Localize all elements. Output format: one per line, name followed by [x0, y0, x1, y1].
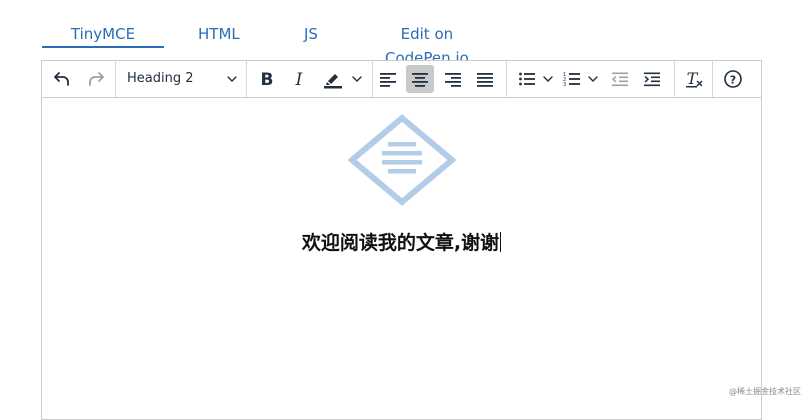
editor-content-area[interactable]: 欢迎阅读我的文章,谢谢: [42, 98, 761, 420]
align-center-button[interactable]: [406, 65, 434, 93]
help-icon: ?: [724, 70, 742, 88]
help-button[interactable]: ?: [719, 65, 747, 93]
numbered-list-dropdown[interactable]: [586, 65, 600, 93]
editor-toolbar: Heading 2 B I 1 2 3 T ?: [42, 61, 761, 98]
block-format-group: Heading 2: [116, 61, 247, 97]
chevron-down-icon: [543, 76, 553, 82]
align-justify-icon: [477, 73, 493, 87]
bullet-list-icon: [519, 72, 535, 86]
clear-formatting-icon: T: [686, 69, 703, 88]
align-right-button[interactable]: [439, 65, 467, 93]
text-cursor: [500, 232, 502, 252]
redo-icon: [89, 72, 104, 86]
undo-button[interactable]: [48, 65, 76, 93]
undo-icon: [54, 72, 69, 86]
bold-button[interactable]: B: [253, 65, 281, 93]
chevron-down-icon: [352, 76, 362, 82]
highlight-icon: [324, 74, 342, 89]
alignment-group: [373, 61, 507, 97]
watermark: @稀土掘金技术社区: [729, 387, 801, 396]
bullet-list-button[interactable]: [513, 65, 541, 93]
clear-formatting-button[interactable]: T: [680, 65, 708, 93]
tab-edit-on-codepen[interactable]: Edit on CodePen.io: [385, 22, 469, 67]
align-right-icon: [445, 73, 461, 87]
indent-icon: [644, 72, 660, 87]
highlight-button[interactable]: [319, 65, 347, 93]
tab-js[interactable]: JS: [304, 22, 318, 46]
chevron-down-icon: [227, 76, 237, 82]
highlight-color-dropdown[interactable]: [350, 65, 364, 93]
bullet-list-dropdown[interactable]: [541, 65, 555, 93]
indent-button[interactable]: [638, 65, 666, 93]
block-format-dropdown[interactable]: Heading 2: [116, 61, 246, 97]
formatting-group: B I: [247, 61, 373, 97]
outdent-icon: [611, 72, 628, 87]
svg-text:I: I: [295, 70, 303, 89]
content-heading: 欢迎阅读我的文章,谢谢: [42, 228, 761, 255]
block-format-value: Heading 2: [127, 71, 194, 86]
chevron-down-icon: [588, 76, 598, 82]
tinymce-editor: Heading 2 B I 1 2 3 T ? 欢迎阅读我的文章,谢谢: [41, 60, 762, 420]
numbered-list-button[interactable]: 1 2 3: [558, 65, 586, 93]
tab-html[interactable]: HTML: [198, 22, 240, 46]
italic-icon: I: [295, 70, 303, 89]
svg-text:?: ?: [730, 74, 736, 87]
bold-icon: B: [261, 70, 274, 89]
tab-tinymce[interactable]: TinyMCE: [42, 22, 164, 48]
list-group: 1 2 3: [507, 61, 675, 97]
clear-format-group: T: [675, 61, 713, 97]
italic-button[interactable]: I: [285, 65, 313, 93]
outdent-button[interactable]: [606, 65, 634, 93]
align-center-icon: [412, 73, 428, 87]
svg-text:B: B: [261, 70, 274, 89]
tinymce-logo-icon: [348, 114, 456, 206]
align-left-button[interactable]: [374, 65, 402, 93]
svg-text:3: 3: [563, 82, 566, 87]
align-left-icon: [380, 73, 396, 87]
redo-button[interactable]: [82, 65, 110, 93]
align-justify-button[interactable]: [471, 65, 499, 93]
history-group: [42, 61, 116, 97]
heading-text: 欢迎阅读我的文章,谢谢: [301, 232, 500, 254]
numbered-list-icon: 1 2 3: [563, 72, 580, 87]
